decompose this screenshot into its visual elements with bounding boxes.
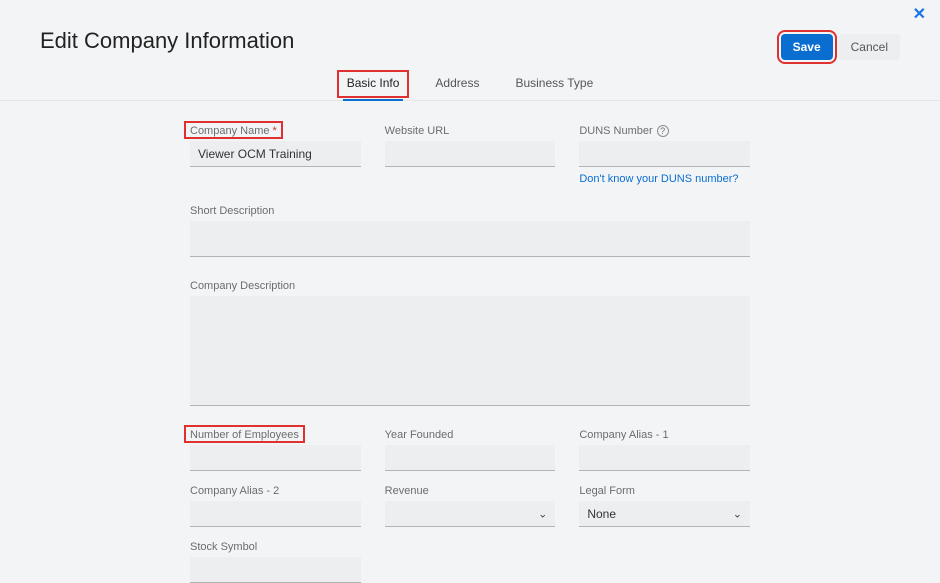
cancel-button[interactable]: Cancel [839, 34, 900, 60]
required-marker: * [273, 125, 277, 137]
year-founded-input[interactable] [385, 445, 556, 471]
duns-help-link[interactable]: Don't know your DUNS number? [579, 173, 738, 185]
field-alias2: Company Alias - 2 [190, 485, 361, 527]
revenue-label: Revenue [385, 485, 556, 497]
company-name-input[interactable] [190, 141, 361, 167]
duns-label: DUNS Number [579, 125, 652, 137]
alias2-label: Company Alias - 2 [190, 485, 361, 497]
field-alias1: Company Alias - 1 [579, 429, 750, 471]
company-desc-input[interactable] [190, 296, 750, 406]
action-bar: Save Cancel [781, 34, 900, 60]
tab-address[interactable]: Address [431, 68, 483, 100]
alias1-input[interactable] [579, 445, 750, 471]
duns-input[interactable] [579, 141, 750, 167]
year-founded-label: Year Founded [385, 429, 556, 441]
close-icon[interactable]: ✕ [913, 4, 926, 24]
stock-input[interactable] [190, 557, 361, 583]
field-company-description: Company Description [190, 280, 750, 411]
field-company-name: Company Name * [190, 125, 361, 187]
short-desc-input[interactable] [190, 221, 750, 257]
alias2-input[interactable] [190, 501, 361, 527]
tab-basic-info[interactable]: Basic Info [343, 68, 404, 100]
website-input[interactable] [385, 141, 556, 167]
field-employees: Number of Employees [190, 429, 361, 471]
tab-business-type[interactable]: Business Type [511, 68, 597, 100]
tab-basic-label: Basic Info [347, 76, 400, 90]
field-duns: DUNS Number ? Don't know your DUNS numbe… [579, 125, 750, 187]
website-label: Website URL [385, 125, 556, 137]
company-name-label: Company Name [190, 125, 269, 137]
field-year-founded: Year Founded [385, 429, 556, 471]
revenue-select[interactable] [385, 501, 556, 527]
field-stock-symbol: Stock Symbol [190, 541, 361, 583]
save-button[interactable]: Save [781, 34, 833, 60]
field-revenue: Revenue ⌄ [385, 485, 556, 527]
field-short-description: Short Description [190, 205, 750, 262]
stock-label: Stock Symbol [190, 541, 361, 553]
employees-label: Number of Employees [190, 429, 299, 441]
page-title: Edit Company Information [40, 28, 781, 54]
help-icon[interactable]: ? [657, 125, 669, 137]
field-website: Website URL [385, 125, 556, 187]
legal-form-select[interactable] [579, 501, 750, 527]
form-area: Company Name * Website URL DUNS Number ?… [0, 101, 940, 583]
alias1-label: Company Alias - 1 [579, 429, 750, 441]
employees-input[interactable] [190, 445, 361, 471]
company-desc-label: Company Description [190, 280, 750, 292]
field-legal-form: Legal Form ⌄ [579, 485, 750, 527]
short-desc-label: Short Description [190, 205, 750, 217]
tab-bar: Basic Info Address Business Type [0, 68, 940, 101]
legal-form-label: Legal Form [579, 485, 750, 497]
